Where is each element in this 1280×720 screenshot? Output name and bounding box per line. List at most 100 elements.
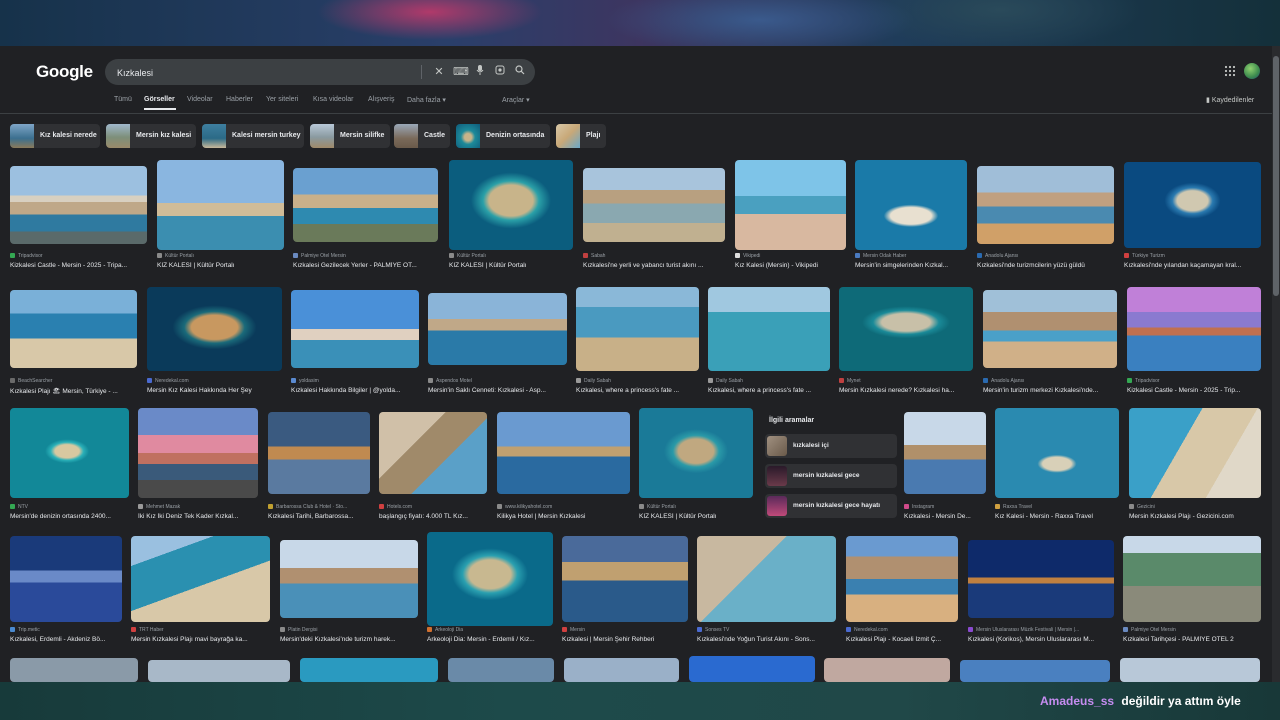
related-search-item[interactable]: mersin kızkalesi gece hayatı bbox=[765, 494, 897, 518]
result-title[interactable]: Kızkalesi Plajı 🏖 Mersin, Türkiye - ... bbox=[10, 387, 137, 395]
result-title[interactable]: Mersin'in simgelerinden Kızkal... bbox=[855, 262, 967, 269]
result-title[interactable]: KIZ KALESİ | Kültür Portalı bbox=[157, 262, 284, 269]
scrollbar[interactable] bbox=[1272, 46, 1280, 682]
result-title[interactable]: Mersin Kızkalesi Plajı - Gezicini.com bbox=[1129, 513, 1261, 520]
result-image[interactable] bbox=[960, 660, 1110, 682]
result-image[interactable] bbox=[846, 536, 958, 622]
chip-plaji[interactable]: Plajı bbox=[556, 124, 606, 148]
search-box[interactable]: ✕ ⌨ bbox=[105, 59, 535, 85]
tab-short-videos[interactable]: Kısa videolar bbox=[313, 96, 353, 103]
result-image[interactable] bbox=[1123, 536, 1261, 622]
search-icon[interactable] bbox=[512, 64, 528, 80]
result-image[interactable] bbox=[10, 290, 137, 368]
result-image[interactable] bbox=[131, 536, 270, 622]
result-title[interactable]: Kızkalesi Tarihçesi - PALMİYE OTEL 2 bbox=[1123, 636, 1261, 643]
chip-castle[interactable]: Castle bbox=[394, 124, 450, 148]
result-title[interactable]: Kızkalesi'ne yerli ve yabancı turist akı… bbox=[583, 262, 725, 269]
result-title[interactable]: başlangıç fiyatı: 4.000 TL Kız... bbox=[379, 513, 487, 520]
result-image[interactable] bbox=[427, 532, 553, 626]
google-logo[interactable]: Google bbox=[36, 62, 93, 82]
result-image[interactable] bbox=[562, 536, 688, 622]
result-image[interactable] bbox=[1129, 408, 1261, 498]
lens-icon[interactable] bbox=[492, 64, 508, 80]
result-image[interactable] bbox=[639, 408, 753, 498]
result-title[interactable]: Mersin'deki Kızkalesi'nde turizm harek..… bbox=[280, 636, 418, 643]
result-title[interactable]: Mersin'in Saklı Cenneti: Kızkalesi - Asp… bbox=[428, 387, 567, 394]
tab-places[interactable]: Yer siteleri bbox=[266, 96, 298, 103]
result-image[interactable] bbox=[1127, 287, 1261, 371]
tab-news[interactable]: Haberler bbox=[226, 96, 253, 103]
result-title[interactable]: Kızkalesi Gezilecek Yerler - PALMİYE OT.… bbox=[293, 262, 438, 269]
result-title[interactable]: Mersin Kız Kalesi Hakkında Her Şey bbox=[147, 387, 282, 394]
result-image[interactable] bbox=[138, 408, 258, 498]
result-image[interactable] bbox=[855, 160, 967, 250]
result-title[interactable]: Kizkalesi Castle - Mersin - 2025 - Tripa… bbox=[10, 262, 147, 269]
apps-grid-icon[interactable] bbox=[1224, 65, 1236, 77]
result-title[interactable]: Kız Kalesi (Mersin) - Vikipedi bbox=[735, 262, 846, 269]
result-image[interactable] bbox=[428, 293, 567, 365]
result-title[interactable]: Kız Kalesi - Mersin - Raxxa Travel bbox=[995, 513, 1119, 520]
result-title[interactable]: Kızkalesi Hakkında Bilgiler | @yolda... bbox=[291, 387, 419, 394]
result-image[interactable] bbox=[10, 536, 122, 622]
result-title[interactable]: İki Kız İki Deniz Tek Kader Kızkal... bbox=[138, 513, 258, 520]
result-image[interactable] bbox=[379, 412, 487, 494]
result-image[interactable] bbox=[10, 658, 138, 682]
result-image[interactable] bbox=[300, 658, 438, 682]
result-image[interactable] bbox=[147, 287, 282, 371]
result-image[interactable] bbox=[968, 540, 1114, 618]
result-image[interactable] bbox=[148, 660, 290, 682]
result-image[interactable] bbox=[10, 408, 129, 498]
account-avatar[interactable] bbox=[1244, 63, 1260, 79]
result-image[interactable] bbox=[708, 287, 830, 371]
result-image[interactable] bbox=[904, 412, 986, 494]
result-image[interactable] bbox=[983, 290, 1117, 368]
result-title[interactable]: Mersin'in turizm merkezi Kızkalesi'nde..… bbox=[983, 387, 1117, 394]
result-image[interactable] bbox=[497, 412, 630, 494]
result-title[interactable]: Kızkalesi, where a princess's fate ... bbox=[576, 387, 699, 394]
chip-denizin-ortasinda[interactable]: Denizin ortasında bbox=[456, 124, 550, 148]
result-image[interactable] bbox=[583, 168, 725, 242]
result-image[interactable] bbox=[839, 287, 973, 371]
result-title[interactable]: Kızkalesi | Mersin Şehir Rehberi bbox=[562, 636, 688, 643]
result-title[interactable]: Kızkalesi (Korikos), Mersin Uluslararası… bbox=[968, 636, 1114, 643]
scrollbar-thumb[interactable] bbox=[1273, 56, 1279, 296]
clear-icon[interactable]: ✕ bbox=[431, 64, 447, 80]
result-title[interactable]: Mersin Kızkalesi Plajı mavi bayrağa ka..… bbox=[131, 636, 270, 643]
related-search-item[interactable]: mersin kızkalesi gece bbox=[765, 464, 897, 488]
result-image[interactable] bbox=[576, 287, 699, 371]
result-image[interactable] bbox=[697, 536, 836, 622]
result-title[interactable]: Mersin Kızkalesi nerede? Kızkalesi ha... bbox=[839, 387, 973, 394]
result-image[interactable] bbox=[735, 160, 846, 250]
tab-images[interactable]: Görseller bbox=[144, 96, 175, 103]
chip-mersin-silifke[interactable]: Mersin silifke bbox=[310, 124, 390, 148]
result-title[interactable]: Kızkalesi - Mersin De... bbox=[904, 513, 986, 520]
result-title[interactable]: KIZ KALESİ | Kültür Portalı bbox=[639, 513, 753, 520]
result-image[interactable] bbox=[280, 540, 418, 618]
result-image[interactable] bbox=[977, 166, 1114, 244]
search-input[interactable] bbox=[115, 63, 419, 83]
result-image[interactable] bbox=[824, 658, 950, 682]
tab-shopping[interactable]: Alışveriş bbox=[368, 96, 394, 103]
result-image[interactable] bbox=[268, 412, 370, 494]
result-title[interactable]: Kilikya Hotel | Mersin Kızkalesi bbox=[497, 513, 630, 520]
result-title[interactable]: Arkeoloji Dia: Mersin - Erdemli / Kız... bbox=[427, 636, 553, 643]
chip-kiz-kalesi-nerede[interactable]: Kız kalesi nerede bbox=[10, 124, 100, 148]
result-title[interactable]: Kizkalesi Castle - Mersin - 2025 - Trip.… bbox=[1127, 387, 1261, 394]
result-image[interactable] bbox=[449, 160, 573, 250]
result-image[interactable] bbox=[1120, 658, 1260, 682]
mic-icon[interactable] bbox=[472, 64, 488, 80]
result-image[interactable] bbox=[448, 658, 554, 682]
result-image[interactable] bbox=[157, 160, 284, 250]
result-title[interactable]: KIZ KALESİ | Kültür Portalı bbox=[449, 262, 573, 269]
result-title[interactable]: Kızkalesi, where a princess's fate ... bbox=[708, 387, 830, 394]
result-title[interactable]: Kızkalesi Tarihi, Barbarossa... bbox=[268, 513, 370, 520]
result-title[interactable]: Kızkalesi'nde Yoğun Turist Akını - Sons.… bbox=[697, 636, 836, 643]
result-image[interactable] bbox=[689, 656, 815, 682]
result-image[interactable] bbox=[1124, 162, 1261, 248]
tab-more[interactable]: Daha fazla ▾ bbox=[407, 96, 446, 104]
chip-kalesi-mersin-turkey[interactable]: Kalesi mersin turkey bbox=[202, 124, 304, 148]
result-image[interactable] bbox=[995, 408, 1119, 498]
result-image[interactable] bbox=[293, 168, 438, 242]
result-image[interactable] bbox=[10, 166, 147, 244]
tab-videos[interactable]: Videolar bbox=[187, 96, 213, 103]
